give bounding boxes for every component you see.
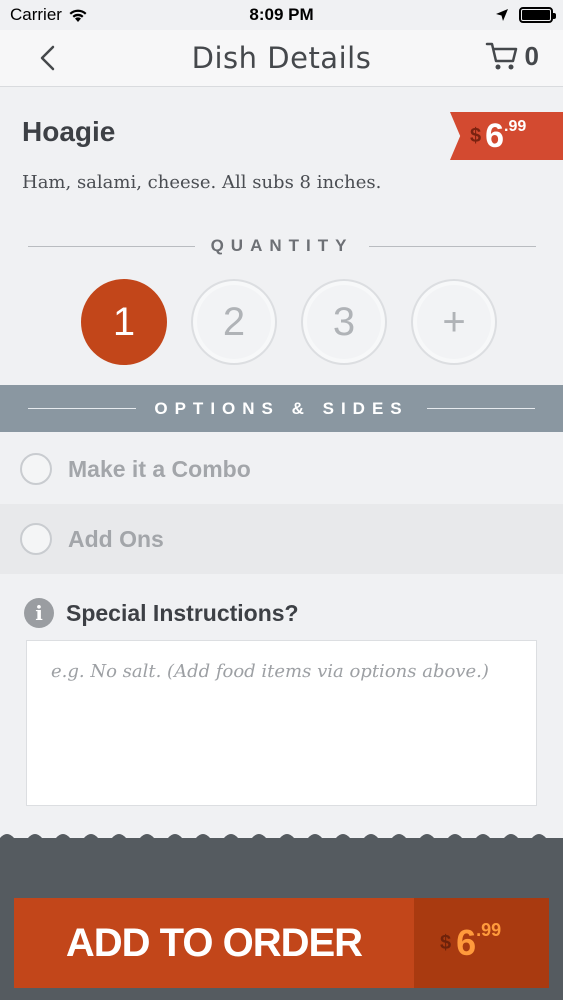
info-icon: i	[24, 598, 54, 628]
quantity-option-2[interactable]: 2	[191, 279, 277, 365]
cart-button[interactable]: 0	[485, 40, 539, 72]
option-add-ons[interactable]: Add Ons	[0, 504, 563, 574]
quantity-selector: 1 2 3 +	[81, 279, 497, 365]
quantity-option-1[interactable]: 1	[81, 279, 167, 365]
radio-button[interactable]	[20, 523, 52, 555]
price-cents: .99	[504, 118, 527, 135]
cart-count: 0	[524, 40, 539, 71]
quantity-option-more[interactable]: +	[411, 279, 497, 365]
chevron-left-icon	[40, 45, 55, 71]
quantity-option-3[interactable]: 3	[301, 279, 387, 365]
status-bar: Carrier 8:09 PM	[0, 0, 563, 30]
option-label: Add Ons	[68, 525, 164, 552]
quantity-label: QUANTITY	[210, 236, 354, 255]
add-to-order-label: ADD TO ORDER	[65, 920, 363, 965]
page-title: Dish Details	[191, 41, 372, 75]
dish-description: Ham, salami, cheese. All subs 8 inches.	[22, 172, 382, 193]
instructions-header: i Special Instructions?	[24, 598, 299, 628]
options-label: OPTIONS & SIDES	[154, 398, 409, 418]
instructions-label: Special Instructions?	[66, 599, 299, 626]
order-price-dollar-sign: $	[440, 931, 452, 954]
status-time: 8:09 PM	[249, 5, 314, 24]
option-make-combo[interactable]: Make it a Combo	[0, 434, 563, 504]
nav-bar: Dish Details 0	[0, 30, 563, 87]
special-instructions-input[interactable]	[26, 640, 537, 806]
dish-name: Hoagie	[22, 116, 116, 147]
battery-icon	[519, 7, 556, 23]
cart-icon	[485, 42, 517, 70]
order-price: $ 6 .99	[414, 898, 549, 988]
quantity-divider: QUANTITY	[28, 236, 537, 256]
order-price-whole: 6	[456, 922, 477, 963]
back-button[interactable]	[30, 40, 64, 76]
order-price-cents: .99	[476, 920, 502, 940]
price-tag: $ 6 .99	[450, 112, 563, 160]
price-dollar-sign: $	[470, 124, 482, 147]
price-whole: 6	[485, 116, 505, 155]
options-header: OPTIONS & SIDES	[0, 385, 563, 432]
radio-button[interactable]	[20, 453, 52, 485]
option-label: Make it a Combo	[68, 455, 251, 482]
add-to-order-button[interactable]: ADD TO ORDER $ 6 .99	[14, 898, 549, 988]
